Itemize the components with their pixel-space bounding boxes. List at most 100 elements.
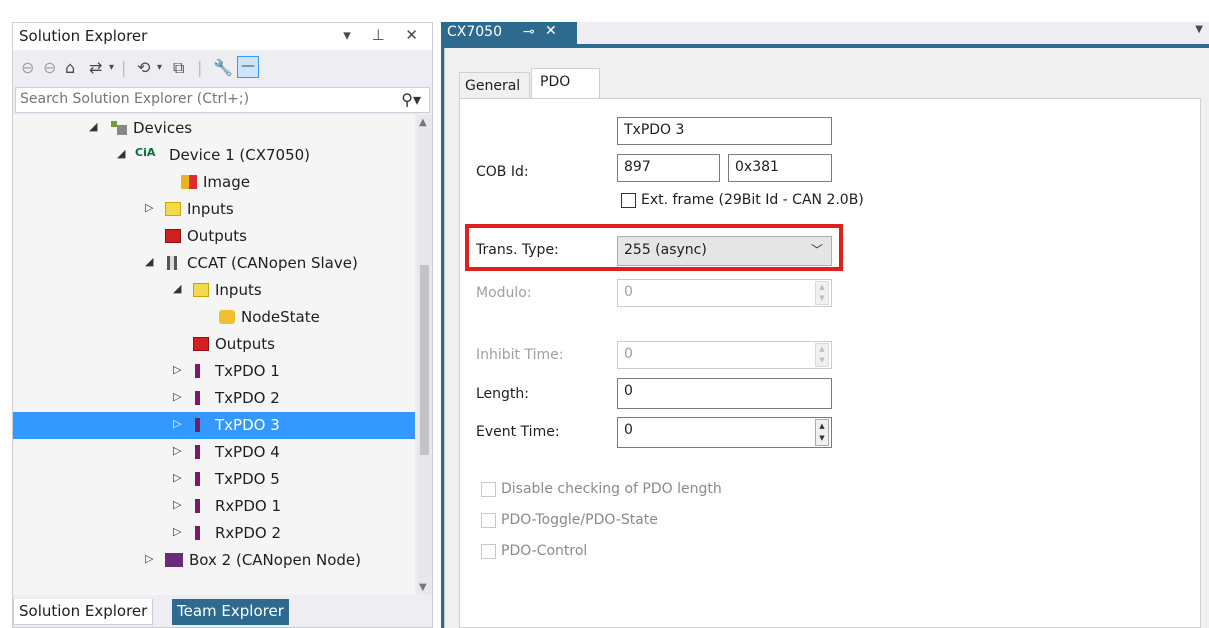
properties-wrench-icon[interactable]: 🔧: [213, 58, 233, 77]
expand-arrow-icon[interactable]: ◢: [173, 282, 181, 295]
cob-id-label: COB Id:: [476, 164, 529, 180]
solution-tree: ◢ Devices ◢ CiA Device 1 (CX7050) Image …: [13, 115, 415, 595]
search-icon[interactable]: ⚲▾: [401, 90, 421, 109]
modulo-value: 0: [624, 284, 633, 300]
collapsed-arrow-icon[interactable]: ▷: [173, 471, 181, 484]
spinner-icon[interactable]: ▲ ▼: [815, 281, 829, 305]
tree-item-rxpdo-2[interactable]: ▷ RxPDO 2: [13, 520, 415, 547]
scroll-up-icon[interactable]: ▲: [419, 117, 427, 128]
expand-arrow-icon[interactable]: ◢: [145, 255, 153, 268]
tree-item-label: CCAT (CANopen Slave): [187, 254, 358, 272]
tab-pdo[interactable]: PDO: [531, 68, 600, 99]
txpdo-icon: [195, 391, 207, 405]
disable-length-check-checkbox[interactable]: [481, 482, 496, 497]
tree-item-label: Outputs: [187, 227, 247, 245]
modulo-field[interactable]: 0 ▲ ▼: [617, 279, 832, 307]
tab-menu-chevron-icon[interactable]: ▼: [1195, 24, 1203, 35]
document-tab-cx7050[interactable]: CX7050 ⊸ ✕: [441, 22, 577, 44]
spinner-icon[interactable]: ▲ ▼: [815, 419, 829, 446]
pin-icon[interactable]: ⊸: [523, 24, 535, 40]
event-time-field[interactable]: 0 ▲ ▼: [617, 417, 832, 448]
tree-item-box-2[interactable]: ▷ Box 2 (CANopen Node): [13, 547, 415, 574]
forward-icon[interactable]: ⊖: [43, 58, 56, 77]
tree-item-rxpdo-1[interactable]: ▷ RxPDO 1: [13, 493, 415, 520]
tree-item-ccat[interactable]: ◢ CCAT (CANopen Slave): [13, 250, 415, 277]
txpdo-icon: [195, 418, 207, 432]
tree-item-ccat-inputs[interactable]: ◢ Inputs: [13, 277, 415, 304]
trans-type-select[interactable]: 255 (async) ﹀: [617, 236, 832, 266]
search-input[interactable]: [20, 91, 380, 107]
tree-item-outputs[interactable]: Outputs: [13, 223, 415, 250]
tree-item-txpdo-2[interactable]: ▷ TxPDO 2: [13, 385, 415, 412]
tree-item-txpdo-5[interactable]: ▷ TxPDO 5: [13, 466, 415, 493]
ccat-icon: [167, 256, 177, 270]
pdo-name-field[interactable]: TxPDO 3: [617, 117, 832, 145]
collapsed-arrow-icon[interactable]: ▷: [173, 525, 181, 538]
tree-scrollbar[interactable]: ▲ ▼: [417, 115, 432, 595]
tree-item-label: Device 1 (CX7050): [169, 146, 311, 164]
tree-item-txpdo-4[interactable]: ▷ TxPDO 4: [13, 439, 415, 466]
tree-item-label: TxPDO 4: [215, 443, 280, 461]
tab-team-explorer[interactable]: Team Explorer: [172, 599, 289, 625]
scroll-down-icon[interactable]: ▼: [419, 582, 427, 593]
box-icon: [165, 553, 183, 567]
tree-item-label: TxPDO 3: [215, 416, 280, 434]
pdo-toggle-checkbox[interactable]: [481, 513, 496, 528]
cia-icon: CiA: [135, 146, 156, 159]
cob-id-hex-field[interactable]: 0x381: [728, 154, 832, 182]
tree-item-txpdo-3[interactable]: ▷ TxPDO 3: [13, 412, 415, 439]
cob-id-decimal-field[interactable]: 897: [617, 154, 720, 182]
toolbar-separator: |: [121, 58, 127, 77]
tab-solution-explorer[interactable]: Solution Explorer: [13, 599, 154, 625]
ext-frame-label: Ext. frame (29Bit Id - CAN 2.0B): [641, 192, 864, 208]
tree-item-label: Devices: [133, 119, 193, 137]
spinner-icon[interactable]: ▲ ▼: [815, 343, 829, 367]
tree-item-ccat-outputs[interactable]: Outputs: [13, 331, 415, 358]
close-icon[interactable]: ✕: [545, 23, 557, 39]
tree-item-image[interactable]: Image: [13, 169, 415, 196]
event-time-value: 0: [624, 422, 633, 438]
solution-explorer-toolbar: ⊖ ⊖ ⌂ ⇄ ▾ | ⟲ ▾ ⧉ | 🔧 —: [13, 52, 432, 86]
back-icon[interactable]: ⊖: [21, 58, 34, 77]
pdo-control-checkbox[interactable]: [481, 544, 496, 559]
collapsed-arrow-icon[interactable]: ▷: [173, 390, 181, 403]
tree-item-label: Inputs: [215, 281, 262, 299]
collapsed-arrow-icon[interactable]: ▷: [173, 417, 181, 430]
tree-item-label: RxPDO 1: [215, 497, 282, 515]
solution-explorer-title: Solution Explorer: [19, 27, 148, 45]
chevron-down-icon[interactable]: ▾: [109, 62, 114, 73]
collapsed-arrow-icon[interactable]: ▷: [173, 363, 181, 376]
tree-item-device-1[interactable]: ◢ CiA Device 1 (CX7050): [13, 142, 415, 169]
length-field[interactable]: 0: [617, 378, 832, 409]
collapsed-arrow-icon[interactable]: ▷: [173, 444, 181, 457]
expand-arrow-icon[interactable]: ◢: [117, 147, 125, 160]
collapsed-arrow-icon[interactable]: ▷: [145, 552, 153, 565]
solution-explorer-pane: Solution Explorer ▾ ⊥ ✕ ⊖ ⊖ ⌂ ⇄ ▾ | ⟲ ▾ …: [12, 22, 433, 628]
toolbar-separator: |: [197, 58, 203, 77]
inhibit-time-label: Inhibit Time:: [476, 347, 564, 363]
solution-explorer-search[interactable]: ⚲▾: [15, 87, 430, 113]
preview-selected-icon[interactable]: —: [237, 56, 259, 78]
pane-window-controls[interactable]: ▾ ⊥ ✕: [343, 26, 426, 44]
sync-view-icon[interactable]: ⇄: [89, 58, 102, 77]
home-icon[interactable]: ⌂: [65, 58, 75, 77]
scrollbar-thumb[interactable]: [420, 265, 429, 455]
collapse-all-icon[interactable]: ⧉: [173, 58, 184, 78]
length-label: Length:: [476, 386, 530, 402]
tree-item-inputs[interactable]: ▷ Inputs: [13, 196, 415, 223]
tree-item-nodestate[interactable]: NodeState: [13, 304, 415, 331]
ext-frame-checkbox[interactable]: [621, 193, 636, 208]
collapsed-arrow-icon[interactable]: ▷: [173, 498, 181, 511]
chevron-down-icon[interactable]: ▾: [157, 62, 162, 73]
tree-item-devices[interactable]: ◢ Devices: [13, 115, 415, 142]
inhibit-time-field[interactable]: 0 ▲ ▼: [617, 341, 832, 369]
image-icon: [181, 175, 197, 189]
tab-general[interactable]: General: [459, 72, 530, 98]
tree-item-txpdo-1[interactable]: ▷ TxPDO 1: [13, 358, 415, 385]
collapsed-arrow-icon[interactable]: ▷: [145, 201, 153, 214]
disable-length-check-label: Disable checking of PDO length: [501, 481, 722, 497]
document-tab-label: CX7050: [447, 24, 502, 40]
history-icon[interactable]: ⟲: [137, 58, 150, 77]
trans-type-value: 255 (async): [624, 242, 707, 258]
expand-arrow-icon[interactable]: ◢: [89, 120, 97, 133]
